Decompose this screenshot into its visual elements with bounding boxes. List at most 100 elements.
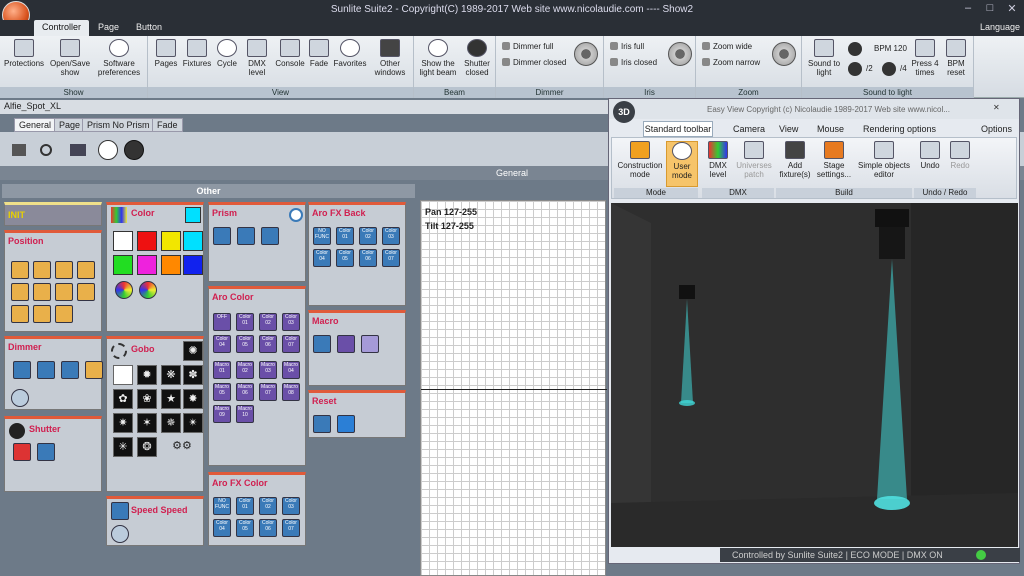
fade-button[interactable]: Fade (308, 39, 330, 68)
dimmer-button-1[interactable] (13, 361, 31, 379)
white-circle-button[interactable] (98, 140, 118, 160)
stage-settings-button[interactable]: Stage settings... (814, 141, 854, 179)
maximize-button[interactable]: □ (980, 2, 1000, 16)
gobo-button-11[interactable]: ✴ (183, 413, 203, 433)
dmx-level-button[interactable]: DMX level (242, 39, 272, 77)
easy-close-icon[interactable]: ✕ (993, 103, 1000, 112)
color-swatch-yellow[interactable] (161, 231, 181, 251)
aro-color-button-3[interactable]: Color 02 (259, 313, 277, 331)
color-wheel-button-2[interactable] (139, 281, 157, 299)
tab-button[interactable]: Button (128, 20, 170, 36)
tab-fade[interactable]: Fade (152, 118, 183, 132)
close-button[interactable]: ✕ (1002, 2, 1022, 16)
fx-color-button-6[interactable]: Color 05 (236, 519, 254, 537)
aro-color-button-2[interactable]: Color 01 (236, 313, 254, 331)
tab-page[interactable]: Page (90, 20, 127, 36)
dimmer-closed-button[interactable]: Dimmer closed (502, 58, 566, 67)
aro-color-button-4[interactable]: Color 03 (282, 313, 300, 331)
fx-back-button-5[interactable]: Color 04 (313, 249, 331, 267)
color-wheel-button-1[interactable] (115, 281, 133, 299)
tab-prism[interactable]: Prism No Prism (82, 118, 155, 132)
zoom-narrow-button[interactable]: Zoom narrow (702, 58, 760, 67)
fx-back-button-2[interactable]: Color 01 (336, 227, 354, 245)
color-swatch-cyan[interactable] (183, 231, 203, 251)
aro-color-button-7[interactable]: Color 06 (259, 335, 277, 353)
options-menu[interactable]: Options (981, 124, 1012, 134)
zoom-knob[interactable] (772, 42, 796, 66)
simple-objects-editor-button[interactable]: Simple objects editor (856, 141, 912, 179)
aro-color-button-8[interactable]: Color 07 (282, 335, 300, 353)
color-swatch-green[interactable] (113, 255, 133, 275)
gobo-button-7[interactable]: ✸ (183, 389, 203, 409)
layout-icon[interactable] (70, 144, 86, 156)
fx-back-button-3[interactable]: Color 02 (359, 227, 377, 245)
user-mode-button[interactable]: User mode (666, 141, 698, 187)
gobo-button-12[interactable]: ✳ (113, 437, 133, 457)
redo-button[interactable]: Redo (946, 141, 974, 170)
gobo-wheel-button[interactable]: ✺ (183, 341, 203, 361)
shutter-off-button[interactable] (13, 443, 31, 461)
aro-macro-button-10[interactable]: Macro 10 (236, 405, 254, 423)
gobo-button-5[interactable]: ❀ (137, 389, 157, 409)
fx-color-button-7[interactable]: Color 06 (259, 519, 277, 537)
aro-macro-button-6[interactable]: Macro 06 (236, 383, 254, 401)
sound-to-light-button[interactable]: Sound to light (806, 39, 842, 77)
gobo-button-4[interactable]: ✿ (113, 389, 133, 409)
position-button-11[interactable] (55, 305, 73, 323)
aro-macro-button-9[interactable]: Macro 09 (213, 405, 231, 423)
gobo-button-1[interactable]: ✹ (137, 365, 157, 385)
fx-color-button-8[interactable]: Color 07 (282, 519, 300, 537)
other-windows-button[interactable]: Other windows (370, 39, 410, 77)
dimmer-full-button[interactable]: Dimmer full (502, 42, 553, 51)
language-menu[interactable]: Language (972, 20, 1024, 36)
black-circle-button[interactable] (124, 140, 144, 160)
favorites-button[interactable]: Favorites (332, 39, 368, 68)
iris-knob[interactable] (668, 42, 692, 66)
dimmer-knob[interactable] (574, 42, 598, 66)
bpm-reset-button[interactable]: BPM reset (942, 39, 970, 77)
gobo-button-13[interactable]: ❂ (137, 437, 157, 457)
gobo-button-6[interactable]: ★ (161, 389, 181, 409)
speaker-icon[interactable] (361, 335, 379, 353)
fx-back-button-1[interactable]: NO FUNC (313, 227, 331, 245)
aro-macro-button-8[interactable]: Macro 08 (282, 383, 300, 401)
3d-viewport[interactable] (611, 203, 1018, 547)
add-fixtures-button[interactable]: Add fixture(s) (778, 141, 812, 179)
position-button-3[interactable] (55, 261, 73, 279)
iris-full-button[interactable]: Iris full (610, 42, 644, 51)
color-swatch-magenta[interactable] (137, 255, 157, 275)
aro-macro-button-4[interactable]: Macro 04 (282, 361, 300, 379)
tab-general[interactable]: General (14, 118, 57, 132)
fx-back-button-4[interactable]: Color 03 (382, 227, 400, 245)
aro-color-button-1[interactable]: OFF (213, 313, 231, 331)
fx-back-button-7[interactable]: Color 06 (359, 249, 377, 267)
console-button[interactable]: Console (274, 39, 306, 68)
iris-closed-button[interactable]: Iris closed (610, 58, 657, 67)
gobo-open-button[interactable] (113, 365, 133, 385)
pages-button[interactable]: Pages (152, 39, 180, 68)
software-preferences-button[interactable]: Software preferences (94, 39, 144, 77)
reset-nofunc-button[interactable] (313, 415, 331, 433)
aro-macro-button-5[interactable]: Macro 05 (213, 383, 231, 401)
position-button-5[interactable] (11, 283, 29, 301)
dimmer-button-4[interactable] (85, 361, 103, 379)
color-swatch-blue[interactable] (183, 255, 203, 275)
fx-color-button-5[interactable]: Color 04 (213, 519, 231, 537)
fx-color-button-2[interactable]: Color 01 (236, 497, 254, 515)
prism-button-2[interactable] (261, 227, 279, 245)
position-button-1[interactable] (11, 261, 29, 279)
position-button-8[interactable] (77, 283, 95, 301)
color-swatch-white[interactable] (113, 231, 133, 251)
macro-button[interactable] (337, 335, 355, 353)
gobo-button-10[interactable]: ✵ (161, 413, 181, 433)
tab-page-device[interactable]: Page (54, 118, 86, 132)
color-swatch-red[interactable] (137, 231, 157, 251)
construction-mode-button[interactable]: Construction mode (616, 141, 664, 179)
tab-camera[interactable]: Camera (733, 124, 765, 134)
aro-macro-button-3[interactable]: Macro 03 (259, 361, 277, 379)
prism-button-1[interactable] (237, 227, 255, 245)
fx-color-button-4[interactable]: Color 03 (282, 497, 300, 515)
pan-tilt-grid[interactable]: Pan 127-255 Tilt 127-255 (420, 200, 607, 576)
speed-knob[interactable] (111, 525, 129, 543)
gobo-shake-buttons[interactable]: ⚙⚙ (163, 437, 201, 457)
